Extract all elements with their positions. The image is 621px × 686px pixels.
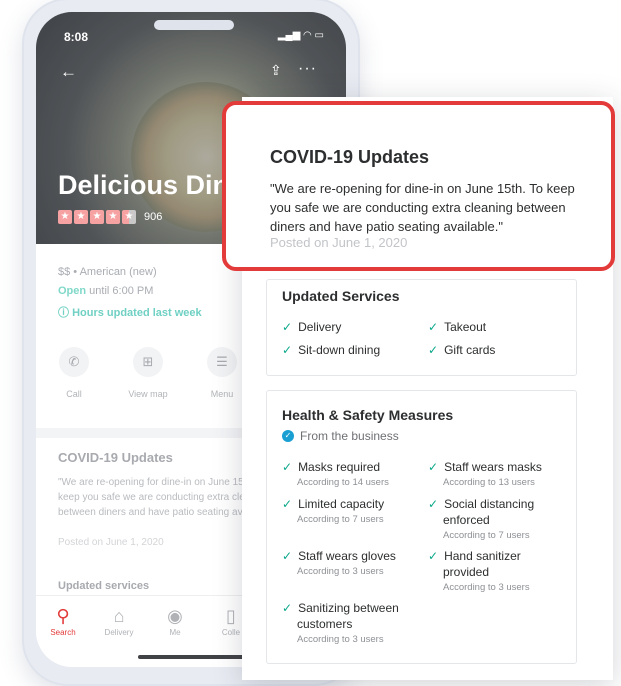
menu-button[interactable]: ☰ Menu xyxy=(198,347,246,399)
covid-posted-date: Posted on June 1, 2020 xyxy=(270,235,408,250)
tab-me[interactable]: ◉ Me xyxy=(150,606,200,637)
check-icon: ✓ xyxy=(282,320,293,334)
measure-count: According to 3 users xyxy=(443,582,530,593)
profile-icon: ◉ xyxy=(167,606,183,626)
phone-notch xyxy=(154,20,234,30)
status-time: 8:08 xyxy=(64,30,89,44)
health-title: Health & Safety Measures xyxy=(282,407,454,423)
services-title: Updated Services xyxy=(282,288,400,304)
service-label: Takeout xyxy=(444,320,487,334)
check-icon: ✓ xyxy=(282,601,293,615)
action-row: ✆ Call ⊞ View map ☰ Menu xyxy=(50,347,246,399)
measure-title: Sanitizing between xyxy=(298,601,399,615)
view-map-button[interactable]: ⊞ View map xyxy=(124,347,172,399)
measure-title: Staff wears gloves xyxy=(298,549,396,563)
check-icon: ✓ xyxy=(282,497,293,511)
half-star-icon: ★ xyxy=(122,210,136,224)
measure-title-line2: enforced xyxy=(443,513,490,527)
check-icon: ✓ xyxy=(428,497,439,511)
star-icon: ★ xyxy=(58,210,72,224)
measure-count: According to 14 users xyxy=(297,477,389,488)
measure-title: Masks required xyxy=(298,460,381,474)
service-label: Gift cards xyxy=(444,343,496,357)
updated-services-heading: Updated services xyxy=(58,580,150,592)
measure-title: Staff wears masks xyxy=(444,460,542,474)
map-icon: ⊞ xyxy=(133,347,163,377)
highlighted-covid-update: COVID-19 Updates "We are re-opening for … xyxy=(222,101,615,271)
tab-delivery-label: Delivery xyxy=(104,628,134,637)
tab-search-label: Search xyxy=(50,628,76,637)
service-item: ✓ Takeout xyxy=(428,320,486,334)
business-info: $$ • American (new) Open until 6:00 PM ⓘ… xyxy=(58,266,202,327)
covid-section-title: COVID-19 Updates xyxy=(58,450,173,465)
star-icon: ★ xyxy=(74,210,88,224)
service-item: ✓ Gift cards xyxy=(428,343,495,357)
measure-count: According to 7 users xyxy=(297,514,384,525)
check-icon: ✓ xyxy=(428,343,439,357)
from-business-badge: ✓ From the business xyxy=(282,429,399,443)
service-item: ✓ Delivery xyxy=(282,320,341,334)
hours-notice-text: Hours updated last week xyxy=(72,307,202,319)
service-label: Sit-down dining xyxy=(298,343,381,357)
hours-updated-notice[interactable]: ⓘ Hours updated last week xyxy=(58,304,202,320)
measure-count: According to 3 users xyxy=(297,566,384,577)
measure-item: ✓ Staff wears gloves According to 3 users xyxy=(282,548,396,577)
open-label: Open xyxy=(58,285,87,297)
covid-body: "We are re-opening for dine-in on June 1… xyxy=(270,181,575,234)
tab-delivery[interactable]: ⌂ Delivery xyxy=(94,606,144,637)
measure-item: ✓ Staff wears masks According to 13 users xyxy=(428,459,542,488)
review-count[interactable]: 906 xyxy=(144,211,162,223)
verified-check-icon: ✓ xyxy=(282,430,294,442)
measure-title: Social distancing xyxy=(444,497,535,511)
measure-count: According to 7 users xyxy=(443,530,530,541)
covid-section-posted: Posted on June 1, 2020 xyxy=(58,537,164,548)
menu-icon: ☰ xyxy=(207,347,237,377)
phone-icon: ✆ xyxy=(59,347,89,377)
measure-item: ✓ Sanitizing between customers According … xyxy=(282,600,399,645)
service-item: ✓ Sit-down dining xyxy=(282,343,380,357)
star-rating: ★ ★ ★ ★ ★ 906 xyxy=(58,210,162,224)
delivery-icon: ⌂ xyxy=(113,606,125,626)
measure-title-line2: customers xyxy=(297,617,353,631)
measure-item: ✓ Hand sanitizer provided According to 3 … xyxy=(428,548,530,593)
info-icon: ⓘ xyxy=(58,307,69,319)
share-icon[interactable]: ⇪ xyxy=(270,62,282,79)
back-arrow-icon[interactable]: ← xyxy=(60,62,77,82)
check-icon: ✓ xyxy=(282,549,293,563)
measure-count: According to 3 users xyxy=(297,634,384,645)
check-icon: ✓ xyxy=(282,343,293,357)
check-icon: ✓ xyxy=(428,460,439,474)
open-status: Open until 6:00 PM xyxy=(58,285,202,297)
measure-title: Limited capacity xyxy=(298,497,385,511)
service-label: Delivery xyxy=(298,320,342,334)
updated-services-panel: Updated Services ✓ Delivery ✓ Takeout ✓ Sit… xyxy=(266,279,577,376)
view-map-label: View map xyxy=(128,389,168,399)
measure-title: Hand sanitizer xyxy=(444,549,521,563)
open-until: until 6:00 PM xyxy=(86,285,154,297)
business-name: Delicious Dine xyxy=(58,170,245,200)
check-icon: ✓ xyxy=(428,320,439,334)
tab-me-label: Me xyxy=(169,628,181,637)
call-label: Call xyxy=(66,389,82,399)
star-icon: ★ xyxy=(90,210,104,224)
menu-label: Menu xyxy=(210,389,234,399)
more-icon[interactable]: ··· xyxy=(298,60,317,78)
signal-wifi-battery-icon: ▂▄▆ ◠ ▭ xyxy=(277,30,324,41)
measure-title-line2: provided xyxy=(443,565,490,579)
covid-title: COVID-19 Updates xyxy=(270,147,430,167)
measure-item: ✓ Social distancing enforced According to… xyxy=(428,496,534,541)
measure-count: According to 13 users xyxy=(443,477,535,488)
check-icon: ✓ xyxy=(282,460,293,474)
star-icon: ★ xyxy=(106,210,120,224)
call-button[interactable]: ✆ Call xyxy=(50,347,98,399)
from-business-label: From the business xyxy=(300,429,399,443)
measure-item: ✓ Masks required According to 14 users xyxy=(282,459,389,488)
health-safety-panel: Health & Safety Measures ✓ From the busin… xyxy=(266,390,577,664)
price-category: $$ • American (new) xyxy=(58,266,157,278)
check-icon: ✓ xyxy=(428,549,439,563)
tab-search[interactable]: ⚲ Search xyxy=(38,606,88,637)
search-icon: ⚲ xyxy=(56,606,70,626)
measure-item: ✓ Limited capacity According to 7 users xyxy=(282,496,384,525)
home-indicator xyxy=(138,655,248,659)
